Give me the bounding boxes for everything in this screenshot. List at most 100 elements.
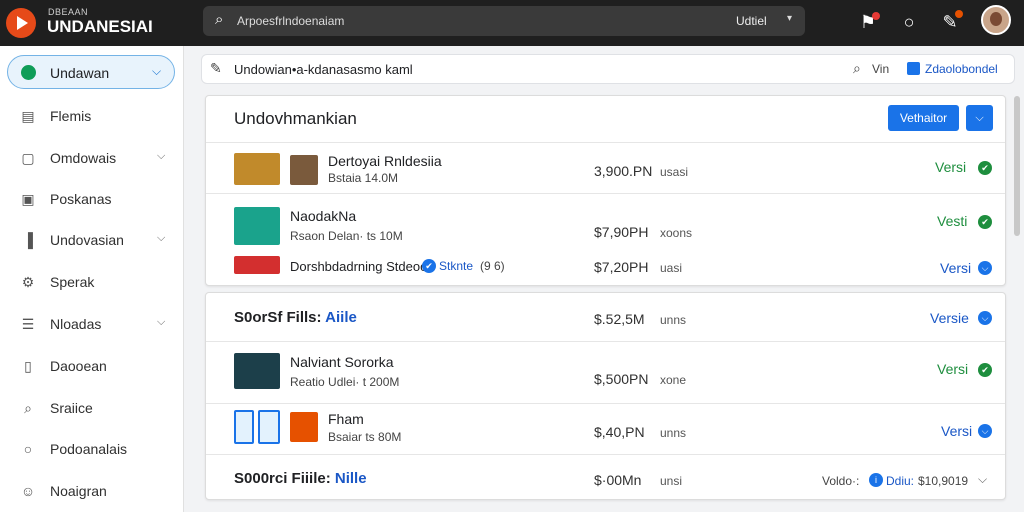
sidebar-item-label: Flemis [50,108,92,124]
document-icon: ▤ [21,108,35,124]
row-title[interactable]: NaodakNa [290,208,356,224]
row-price: $7,20PH [594,259,649,275]
status-badge: Versi [941,423,973,439]
sidebar-item-label: Daooean [50,358,107,374]
search-bar[interactable]: ⌕ Arpoesfrlndoenaiam Udtiel ▾ [203,6,805,36]
filter-checkbox[interactable] [907,62,920,75]
row-price: $,500PN [594,371,649,387]
row-link[interactable]: Stknte [439,259,473,273]
search-scope-select[interactable]: Udtiel [736,14,767,28]
home-icon [21,65,36,80]
notification-dot [872,12,880,20]
chevron-down-icon[interactable]: ⌵ [157,316,165,329]
thumbnail[interactable] [290,412,318,442]
sidebar-item-poskanas[interactable]: ▣ Poskanas [0,179,184,219]
row-subtitle: Rsaon Delan· ts 10M [290,229,403,243]
row-subtitle: Bsaiar ts 80M [328,430,402,444]
check-circle-icon: ✔ [978,363,992,377]
search-icon[interactable]: ⌕ [853,60,861,77]
section-header: S0orSf Fills: Aiile [234,309,357,326]
sidebar-item-label: Sperak [50,274,95,290]
status-badge: Versi [935,159,967,175]
row-title[interactable]: Dorshbdadrning Stdeoo [290,259,427,274]
divider [206,454,1005,455]
row-unit: xoons [660,226,693,240]
sidebar-item-daooean[interactable]: ▯ Daooean [0,346,184,386]
sidebar-item-sraiice[interactable]: ⌕ Sraiice [0,388,184,428]
chevron-down-icon[interactable]: ⌵ [978,424,992,438]
scrollbar[interactable] [1014,96,1020,236]
sidebar-item-flemis[interactable]: ▤ Flemis [0,96,184,136]
bulb-icon: ○ [23,441,33,457]
user-icon: ☺ [20,483,36,499]
sidebar-item-undovasian[interactable]: ▐ Undovasian ⌵ [0,220,184,260]
sidebar-item-omdowais[interactable]: ▢ Omdowais ⌵ [0,138,184,178]
chevron-down-icon[interactable]: ⌵ [966,105,993,131]
section-header-text: S000rci Fiiile: [234,470,331,487]
sidebar-item-podoanalais[interactable]: ○ Podoanalais [0,429,184,469]
thumbnail[interactable] [234,410,254,444]
chevron-down-icon[interactable]: ⌵ [978,261,992,275]
primary-action-button[interactable]: Vethaitor [888,105,959,131]
status-badge: Versie [930,310,969,326]
sidebar-item-label: Omdowais [50,150,117,166]
row-title[interactable]: Fham [328,411,364,427]
sidebar-item-label: Podoanalais [50,441,128,457]
sidebar-item-label: Poskanas [50,191,112,207]
thumbnail[interactable] [234,207,280,245]
search-input[interactable]: Arpoesfrlndoenaiam [237,14,344,28]
sidebar-item-label: Undawan [50,65,110,81]
pencil-icon[interactable]: ✎ [210,60,222,77]
divider [206,403,1005,404]
check-circle-icon: ✔ [978,161,992,175]
chevron-down-icon[interactable]: ▾ [787,13,792,24]
top-bar: DBEAAN UNDANESIAI ⌕ Arpoesfrlndoenaiam U… [0,0,1024,46]
panel-title: Undovhmankian [234,109,357,128]
app-logo-icon[interactable] [6,8,36,38]
section-header-link[interactable]: Aiile [325,309,357,326]
sidebar-item-active[interactable]: Undawan ⌵ [7,55,175,89]
row-unit: unns [660,426,687,440]
refresh-icon[interactable]: ○ [897,10,921,34]
row-unit: usasi [660,165,689,179]
filter-bar: ✎ Undowian•a-kdanasasmo kaml ⌕ Vin Zdaol… [201,54,1015,84]
results-panel-primary: Undovhmankian Vethaitor ⌵ Dertoyai Rnlde… [205,95,1006,286]
avatar[interactable] [981,5,1011,35]
chevron-down-icon[interactable]: ⌵ [978,311,992,325]
verified-icon: ✔ [422,259,436,273]
sidebar-item-sperak[interactable]: ⚙ Sperak [0,262,184,302]
search-icon: ⌕ [215,11,224,28]
sidebar-item-noaigran[interactable]: ☺ Noaigran [0,471,184,511]
status-badge: Versi [940,260,972,276]
row-title[interactable]: Dertoyai Rnldesiia [328,153,442,169]
chat-badge [955,10,963,18]
sidebar-item-nloadas[interactable]: ☰ Nloadas ⌵ [0,304,184,344]
row-unit: xone [660,373,687,387]
chevron-down-icon[interactable]: ⌵ [157,232,165,245]
check-circle-icon: ✔ [978,215,992,229]
chevron-down-icon[interactable]: ⌵ [152,64,161,79]
thumbnail[interactable] [234,353,280,389]
section-unit: unsi [660,474,683,488]
row-title[interactable]: Nalviant Sororka [290,354,394,370]
flag-icon: ▣ [21,191,35,207]
sidebar-item-label: Nloadas [50,316,102,332]
square-icon: ▢ [21,150,35,166]
stack-icon: ☰ [21,316,35,332]
thumbnail[interactable] [234,256,280,274]
row-subtitle: Bstaia 14.0M [328,171,399,185]
summary-link[interactable]: Ddiu: [886,474,914,488]
section-header-link[interactable]: Nille [335,470,367,487]
summary-value: $10,9019 [918,474,969,488]
row-extra: (9 6) [480,259,505,273]
thumbnail[interactable] [234,153,280,185]
chevron-down-icon[interactable]: ⌵ [157,150,165,163]
thumbnail[interactable] [290,155,318,185]
sidebar-item-label: Noaigran [50,483,107,499]
chevron-down-icon[interactable]: ⌵ [978,472,987,487]
filter-input[interactable]: Undowian•a-kdanasasmo kaml [234,62,413,77]
row-price: $,40,PN [594,424,645,440]
info-icon: i [869,473,883,487]
thumbnail[interactable] [258,410,280,444]
status-badge: Versi [937,361,969,377]
